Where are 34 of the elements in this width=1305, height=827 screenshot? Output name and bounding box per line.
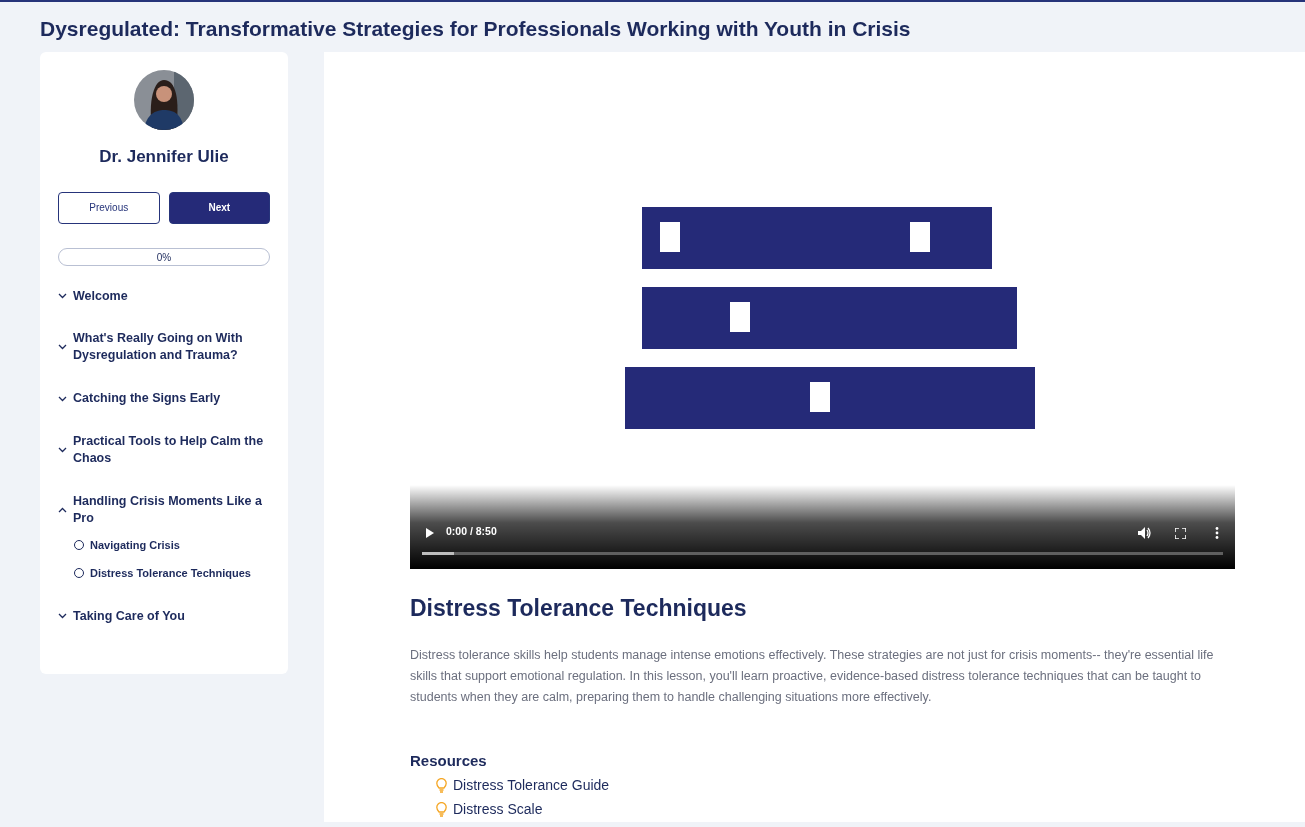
video-player[interactable]: 0:00 / 8:50 (410, 72, 1235, 569)
module-item[interactable]: Taking Care of You (58, 607, 185, 625)
fullscreen-icon[interactable] (1175, 528, 1186, 539)
previous-button[interactable]: Previous (58, 191, 160, 224)
module-item[interactable]: Welcome (58, 287, 128, 305)
chevron-down-icon (58, 344, 67, 351)
module-item[interactable]: Practical Tools to Help Calm the Chaos (58, 433, 270, 467)
lesson-title: Distress Tolerance Techniques (410, 595, 748, 623)
video-progress-track[interactable] (422, 552, 1223, 555)
resource-link[interactable]: Distress Scale (410, 799, 1235, 821)
volume-icon[interactable] (1138, 527, 1151, 539)
chevron-down-icon (58, 612, 67, 619)
chevron-down-icon (58, 395, 67, 402)
module-item[interactable]: Catching the Signs Early (58, 390, 221, 407)
chevron-up-icon (58, 506, 67, 513)
next-button[interactable]: Next (168, 191, 270, 224)
resources-heading: Resources (410, 752, 488, 771)
play-icon[interactable] (425, 528, 435, 538)
chevron-down-icon (58, 292, 67, 299)
module-item[interactable]: Handling Crisis Moments Like a Pro (58, 492, 270, 527)
video-time: 0:00 / 8:50 (446, 524, 497, 540)
more-icon[interactable] (1215, 527, 1219, 539)
lesson-link[interactable]: Distress Tolerance Techniques (74, 565, 270, 582)
module-item[interactable]: What's Really Going on With Dysregulation and Trauma? (58, 330, 270, 365)
lightbulb-icon (436, 802, 447, 818)
avatar (134, 70, 194, 130)
resource-link[interactable]: Distress Tolerance Guide (410, 775, 1235, 797)
lesson-description: Distress tolerance skills help students manage intense emotions effectively. These strategies are not just for crisis moments-- they're essential life skills that support emotional regulation. In this lesson, you'll learn proactive, evidence-based distress tolerance techniques that can be taught to students when they are calm, preparing them to handle challenging situations more effectively. (410, 646, 1215, 707)
lesson-link[interactable]: Navigating Crisis (74, 536, 270, 553)
instructor-name: Dr. Jennifer Ulie (98, 146, 230, 168)
chevron-down-icon (58, 446, 67, 453)
course-title: Dysregulated: Transformative Strategies for Professionals Working with Youth in Crisis (39, 16, 912, 42)
lightbulb-icon (436, 778, 447, 794)
progress-text: 0% (155, 250, 173, 265)
